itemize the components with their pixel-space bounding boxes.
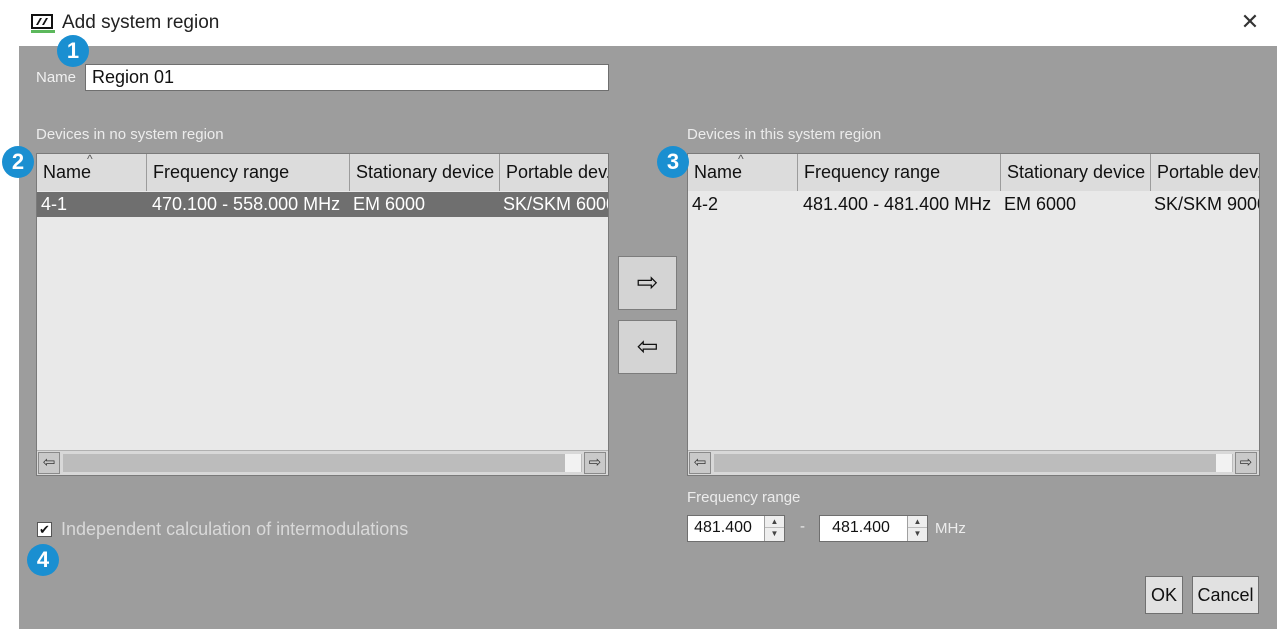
frequency-to-value[interactable]: 481.400 [820,519,902,537]
cell-stationary-device: EM 6000 [1004,194,1077,214]
scroll-thumb[interactable] [1216,454,1232,472]
column-header-frequency-range[interactable]: Frequency range [147,154,350,191]
cell-portable-device: SK/SKM 9000 [1154,194,1260,214]
scroll-left-icon[interactable]: ⇦ [689,452,711,474]
add-system-region-dialog: Add system region ✕ Name Devices in no s… [0,0,1277,629]
horizontal-scrollbar[interactable]: ⇦ ⇨ [688,450,1259,475]
column-header-name[interactable]: ^ Name [688,154,798,191]
column-header-stationary-device[interactable]: Stationary device [350,154,500,191]
name-label: Name [36,69,77,86]
column-header-name[interactable]: ^ Name [37,154,147,191]
column-header-portable-device[interactable]: Portable dev. [1151,154,1260,191]
column-header-label: Name [694,162,743,182]
scroll-left-icon[interactable]: ⇦ [38,452,60,474]
column-header-label: Name [43,162,92,182]
dialog-body: Name Devices in no system region Devices… [19,46,1277,629]
frequency-range-label: Frequency range [687,489,801,506]
scroll-track[interactable] [63,454,582,472]
table-header: ^ Name Frequency range Stationary device… [688,154,1259,191]
cell-name: 4-2 [692,194,719,214]
frequency-from-value[interactable]: 481.400 [688,519,758,537]
spin-arrows: ▲ ▼ [764,516,784,541]
right-panel-label: Devices in this system region [687,126,882,143]
ok-button[interactable]: OK [1145,576,1183,614]
table-header: ^ Name Frequency range Stationary device… [37,154,608,191]
cell-name: 4-1 [41,194,68,214]
scroll-thumb[interactable] [565,454,581,472]
column-header-stationary-device[interactable]: Stationary device [1001,154,1151,191]
scroll-right-icon[interactable]: ⇨ [1235,452,1257,474]
remove-from-region-button[interactable]: ⇦ [618,320,677,374]
column-header-label: Frequency range [804,162,941,182]
spin-down-icon[interactable]: ▼ [908,528,927,540]
spin-up-icon[interactable]: ▲ [765,516,784,528]
title-bar: Add system region ✕ [0,0,1277,46]
column-header-label: Portable dev. [1157,162,1260,182]
horizontal-scrollbar[interactable]: ⇦ ⇨ [37,450,608,475]
column-header-portable-device[interactable]: Portable dev. [500,154,609,191]
table-row[interactable]: 4-1 470.100 - 558.000 MHz EM 6000 SK/SKM… [37,192,608,217]
left-panel-label: Devices in no system region [36,126,224,143]
column-header-label: Stationary device [356,162,495,182]
scroll-track[interactable] [714,454,1233,472]
column-header-label: Stationary device [1007,162,1146,182]
cancel-button[interactable]: Cancel [1192,576,1259,614]
range-separator: - [800,518,805,535]
table-row[interactable]: 4-2 481.400 - 481.400 MHz EM 6000 SK/SKM… [688,192,1259,217]
spin-up-icon[interactable]: ▲ [908,516,927,528]
spin-down-icon[interactable]: ▼ [765,528,784,540]
callout-badge-2: 2 [2,146,34,178]
cell-stationary-device: EM 6000 [353,194,426,214]
sort-ascending-icon: ^ [87,154,93,166]
cell-frequency-range: 470.100 - 558.000 MHz [152,194,341,214]
dialog-title: Add system region [62,12,220,33]
spin-arrows: ▲ ▼ [907,516,927,541]
column-header-label: Frequency range [153,162,290,182]
sennheiser-logo-icon [31,14,55,33]
column-header-label: Portable dev. [506,162,609,182]
callout-badge-4: 4 [27,544,59,576]
close-icon[interactable]: ✕ [1238,10,1262,34]
callout-badge-1: 1 [57,35,89,67]
cell-portable-device: SK/SKM 6000 [503,194,609,214]
cell-frequency-range: 481.400 - 481.400 MHz [803,194,992,214]
frequency-from-spinbox[interactable]: 481.400 ▲ ▼ [687,515,785,542]
frequency-to-spinbox[interactable]: 481.400 ▲ ▼ [819,515,928,542]
sort-ascending-icon: ^ [738,154,744,166]
callout-badge-3: 3 [657,146,689,178]
move-to-region-button[interactable]: ⇨ [618,256,677,310]
column-header-frequency-range[interactable]: Frequency range [798,154,1001,191]
intermodulation-checkbox[interactable]: ✔ [37,522,52,537]
intermodulation-checkbox-label[interactable]: Independent calculation of intermodulati… [61,519,408,540]
devices-no-region-table[interactable]: ^ Name Frequency range Stationary device… [36,153,609,476]
devices-in-region-table[interactable]: ^ Name Frequency range Stationary device… [687,153,1260,476]
name-input[interactable] [85,64,609,91]
scroll-right-icon[interactable]: ⇨ [584,452,606,474]
frequency-unit: MHz [935,520,966,537]
